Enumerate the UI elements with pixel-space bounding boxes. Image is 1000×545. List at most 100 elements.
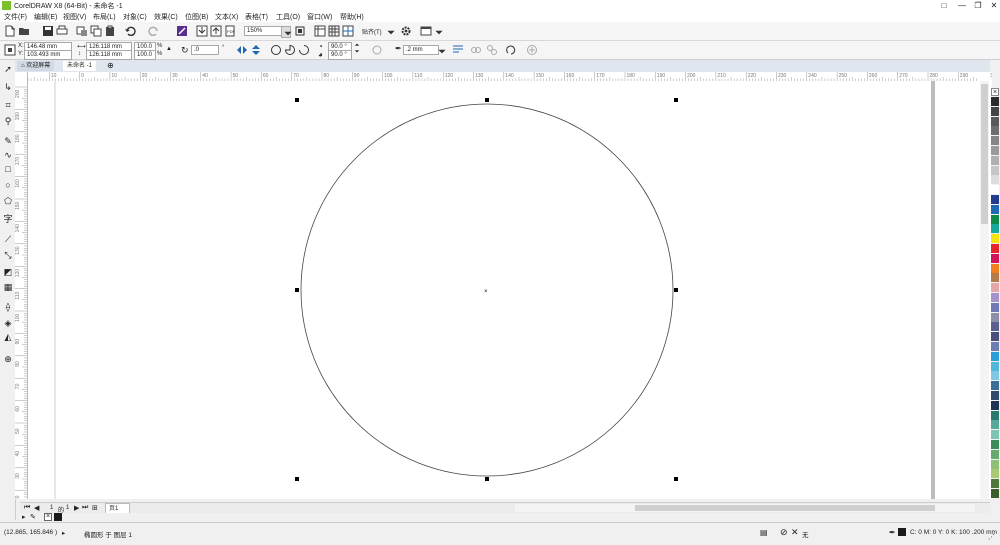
palette-swatch[interactable]: [991, 351, 999, 361]
no-fill-swatch-icon[interactable]: ×: [44, 513, 52, 521]
palette-swatch[interactable]: [991, 204, 999, 214]
palette-swatch[interactable]: [991, 263, 999, 273]
palette-swatch[interactable]: [991, 312, 999, 322]
outline-color-swatch[interactable]: [898, 528, 906, 536]
pie-mode-icon[interactable]: [284, 44, 296, 56]
print-icon[interactable]: [56, 25, 68, 37]
height-field[interactable]: 126.118 mm: [86, 50, 132, 60]
connector-tool-icon[interactable]: ⤡: [3, 250, 13, 260]
outline-width-field[interactable]: .2 mm: [403, 45, 439, 55]
new-tab-icon[interactable]: ⊕: [103, 61, 118, 71]
palette-menu-icon[interactable]: ▸: [22, 513, 26, 521]
palette-swatch[interactable]: [991, 244, 999, 253]
rotation-field[interactable]: .0: [191, 45, 219, 55]
menu-object[interactable]: 对象(C): [123, 12, 147, 22]
first-page-icon[interactable]: ⏮: [24, 504, 30, 512]
palette-swatch[interactable]: [991, 440, 999, 449]
add-page-icon[interactable]: ⊞: [92, 504, 98, 512]
resize-grip-icon[interactable]: ⋰: [988, 533, 995, 541]
palette-swatch[interactable]: [991, 234, 999, 244]
palette-swatch[interactable]: [991, 381, 999, 391]
artistic-media-icon[interactable]: ∿: [3, 150, 13, 160]
new-document-icon[interactable]: [4, 25, 16, 37]
horizontal-scrollbar[interactable]: [515, 504, 975, 512]
add-icon[interactable]: [526, 44, 538, 56]
paste-icon[interactable]: [104, 25, 116, 37]
arc-mode-icon[interactable]: [298, 44, 310, 56]
palette-swatch[interactable]: [991, 342, 999, 351]
palette-swatch[interactable]: [991, 126, 999, 136]
pick-tool-icon[interactable]: ➚: [3, 64, 13, 74]
open-icon[interactable]: [18, 25, 30, 37]
ellipse-tool-icon[interactable]: ○: [3, 180, 13, 190]
palette-swatch[interactable]: [991, 97, 999, 106]
close-button[interactable]: ✕: [986, 0, 1000, 11]
palette-swatch[interactable]: [991, 136, 999, 146]
eyedropper-icon[interactable]: ⟠: [3, 302, 13, 312]
polygon-tool-icon[interactable]: ⬠: [3, 196, 13, 206]
rectangle-tool-icon[interactable]: □: [3, 164, 13, 174]
show-grid-icon[interactable]: [328, 25, 340, 37]
crop-tool-icon[interactable]: ⌗: [3, 100, 13, 110]
tab-welcome-screen[interactable]: ⌂ 欢迎屏幕: [17, 61, 55, 71]
palette-swatch[interactable]: [991, 116, 999, 126]
palette-swatch[interactable]: [991, 322, 999, 332]
palette-swatch[interactable]: [991, 175, 999, 185]
break-apart-icon[interactable]: [486, 44, 498, 56]
menu-tools[interactable]: 工具(O): [276, 12, 300, 22]
redo-icon[interactable]: [148, 25, 160, 37]
palette-swatch[interactable]: [991, 214, 999, 224]
y-position-field[interactable]: 103.493 mm: [24, 50, 72, 60]
menu-text[interactable]: 文本(X): [215, 12, 238, 22]
drop-shadow-icon[interactable]: ◩: [3, 267, 13, 277]
outline-width-dropdown-icon[interactable]: [436, 45, 446, 55]
black-swatch[interactable]: [54, 513, 62, 521]
vertical-scroll-thumb[interactable]: [981, 84, 988, 224]
snap-dropdown-icon[interactable]: [385, 26, 395, 36]
cut-icon[interactable]: [76, 25, 88, 37]
palette-swatch[interactable]: [991, 146, 999, 155]
vertical-scrollbar[interactable]: [980, 81, 989, 499]
palette-swatch[interactable]: [991, 293, 999, 302]
previous-page-icon[interactable]: ◀: [34, 504, 39, 512]
parallel-dimension-icon[interactable]: ⟋: [3, 234, 13, 244]
menu-effects[interactable]: 效果(C): [154, 12, 178, 22]
add-tool-icon[interactable]: ⊕: [3, 354, 13, 364]
corel-connect-icon[interactable]: [176, 25, 188, 37]
text-wrap-icon[interactable]: [452, 44, 464, 56]
lock-ratio-icon[interactable]: ▲: [166, 46, 172, 52]
palette-swatch[interactable]: [991, 479, 999, 489]
eyedropper-small-icon[interactable]: ✎: [30, 513, 36, 521]
text-tool-icon[interactable]: 字: [3, 214, 13, 224]
show-guidelines-icon[interactable]: [342, 25, 354, 37]
publish-pdf-icon[interactable]: PDF: [224, 25, 236, 37]
application-launcher-icon[interactable]: [420, 25, 432, 37]
drawing-canvas[interactable]: ×: [28, 81, 992, 499]
palette-swatch[interactable]: [991, 165, 999, 175]
zoom-dropdown-icon[interactable]: [281, 26, 292, 38]
convert-to-curves-icon[interactable]: [470, 44, 482, 56]
quick-customize-icon[interactable]: [506, 44, 518, 56]
palette-swatch[interactable]: [991, 489, 999, 498]
smart-fill-icon[interactable]: ◭: [3, 332, 13, 342]
full-screen-icon[interactable]: [294, 25, 306, 37]
mirror-horizontal-icon[interactable]: [236, 44, 248, 56]
palette-swatch[interactable]: [991, 302, 999, 312]
object-origin-icon[interactable]: [4, 44, 16, 56]
color-proof-icon[interactable]: ▤: [760, 528, 768, 537]
palette-swatch[interactable]: [991, 332, 999, 342]
menu-file[interactable]: 文件(F): [4, 12, 27, 22]
options-gear-icon[interactable]: [400, 25, 412, 37]
next-page-icon[interactable]: ▶: [74, 504, 79, 512]
help-mode-icon[interactable]: □: [936, 0, 952, 11]
palette-swatch[interactable]: [991, 391, 999, 400]
minimize-button[interactable]: —: [954, 0, 970, 11]
zoom-level-field[interactable]: 150%: [244, 26, 284, 36]
import-icon[interactable]: [196, 25, 208, 37]
copy-icon[interactable]: [90, 25, 102, 37]
palette-swatch[interactable]: [991, 273, 999, 283]
restore-button[interactable]: ❐: [970, 0, 986, 11]
palette-swatch[interactable]: [991, 400, 999, 410]
palette-swatch[interactable]: [991, 469, 999, 479]
zoom-tool-icon[interactable]: ⚲: [3, 116, 13, 126]
